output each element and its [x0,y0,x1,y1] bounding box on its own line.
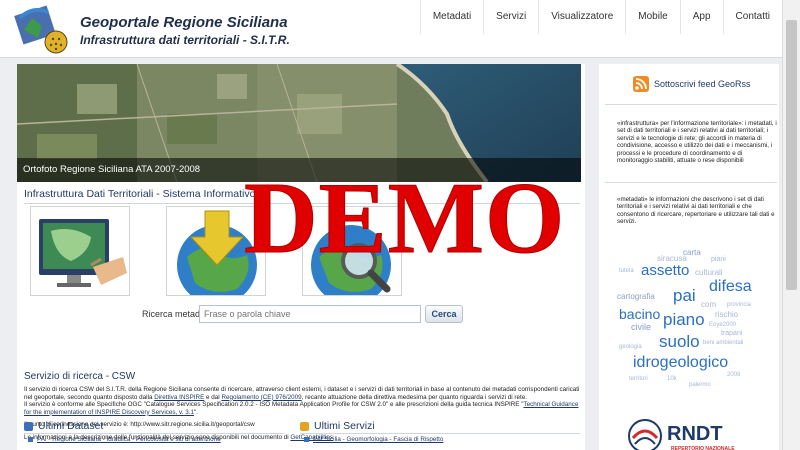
demo-watermark: DEMO [243,162,566,275]
svg-text:REPERTORIO NAZIONALE: REPERTORIO NAZIONALE [671,446,735,450]
tag-difesa[interactable]: difesa [709,278,752,296]
dataset-item[interactable]: PAI - Regione Siciliana - Idraulica - Pe… [28,436,221,443]
rndt-logo-icon[interactable]: RNDT REPERTORIO NAZIONALE [627,416,767,450]
regulation-link[interactable]: Regolamento (CE) 976/2009 [221,394,301,401]
tag-com[interactable]: com [701,300,716,309]
nav-mobile[interactable]: Mobile [625,0,679,34]
search-button[interactable]: Cerca [425,305,463,323]
tag-palermo[interactable]: palermo [689,382,711,388]
site-logo-icon[interactable] [12,4,74,56]
bullet-icon [304,437,309,442]
tag-pai[interactable]: pai [673,286,696,306]
nav-app[interactable]: App [679,0,723,34]
tag-territori[interactable]: territori [629,376,648,382]
latest-datasets-title: Ultimi Dataset [24,420,103,432]
monitor-map-icon [39,219,127,287]
svg-text:RNDT: RNDT [667,423,723,445]
tag-idrogeologico[interactable]: idrogeologico [633,354,728,372]
nav-visualizzatore[interactable]: Visualizzatore [538,0,625,34]
top-navigation: Metadati Servizi Visualizzatore Mobile A… [419,0,782,34]
tag-10k[interactable]: 10k [667,376,677,382]
tag-beni-ambientali[interactable]: beni ambientali [703,340,743,346]
service-item[interactable]: PAI Sicilia - Geomorfologia - Fascia di … [304,436,443,443]
tag-rischio[interactable]: rischio [715,310,738,319]
latest-services-title: Ultimi Servizi [300,420,375,432]
nav-contatti[interactable]: Contatti [722,0,782,34]
definition-metadata: «metadati» le informazioni che descrivon… [617,196,775,226]
georss-feed-link[interactable]: Sottoscrivi feed GeoRss [633,76,751,92]
tag-trapani[interactable]: trapani [721,330,742,337]
scrollbar-thumb[interactable] [786,20,797,290]
tag-geologia[interactable]: geologia [619,344,642,350]
tag-tutela[interactable]: tutela [619,268,634,274]
tag-bacino[interactable]: bacino [619,306,660,322]
section-title: Infrastruttura Dati Territoriali - Siste… [24,188,265,200]
tile-metadata[interactable] [30,206,130,296]
service-icon [300,421,309,431]
tag-eoye2000[interactable]: Eoye2000 [709,322,736,328]
nav-metadati[interactable]: Metadati [419,0,483,34]
rss-icon [633,76,649,92]
services-divider [300,433,580,434]
definition-infrastructure: «infrastruttura» per l'informazione terr… [617,120,777,165]
sidebar-divider [605,104,777,105]
tag-assetto[interactable]: assetto [641,262,689,279]
tag-cartografia[interactable]: cartografia [617,292,655,301]
site-subtitle: Infrastruttura dati territoriali - S.I.T… [80,33,290,47]
dataset-icon [24,421,33,431]
tag-culturali[interactable]: culturali [695,268,723,277]
csw-title: Servizio di ricerca - CSW [24,371,136,382]
site-header: Geoportale Regione Siciliana Infrastrutt… [0,0,782,58]
inspire-directive-link[interactable]: Direttiva INSPIRE [154,394,204,401]
tag-cloud: carta siracusa piani tutela assetto cult… [617,244,775,392]
tag-piano[interactable]: piano [663,310,705,330]
right-sidebar: Sottoscrivi feed GeoRss «infrastruttura»… [599,64,779,450]
tag-2008[interactable]: 2008 [727,372,740,378]
metadata-search-input[interactable] [199,305,421,323]
page-scrollbar[interactable] [782,0,800,450]
sidebar-divider [605,182,777,183]
tag-civile[interactable]: civile [631,322,651,332]
tag-suolo[interactable]: suolo [659,332,700,352]
datasets-divider [24,433,284,434]
tag-piani[interactable]: piani [711,256,726,263]
site-title: Geoportale Regione Siciliana [80,14,288,31]
nav-servizi[interactable]: Servizi [483,0,538,34]
tag-provincia[interactable]: provincia [727,302,751,308]
csw-description: Il servizio di ricerca CSW del S.I.T.R. … [24,386,580,416]
bullet-icon [28,437,33,442]
